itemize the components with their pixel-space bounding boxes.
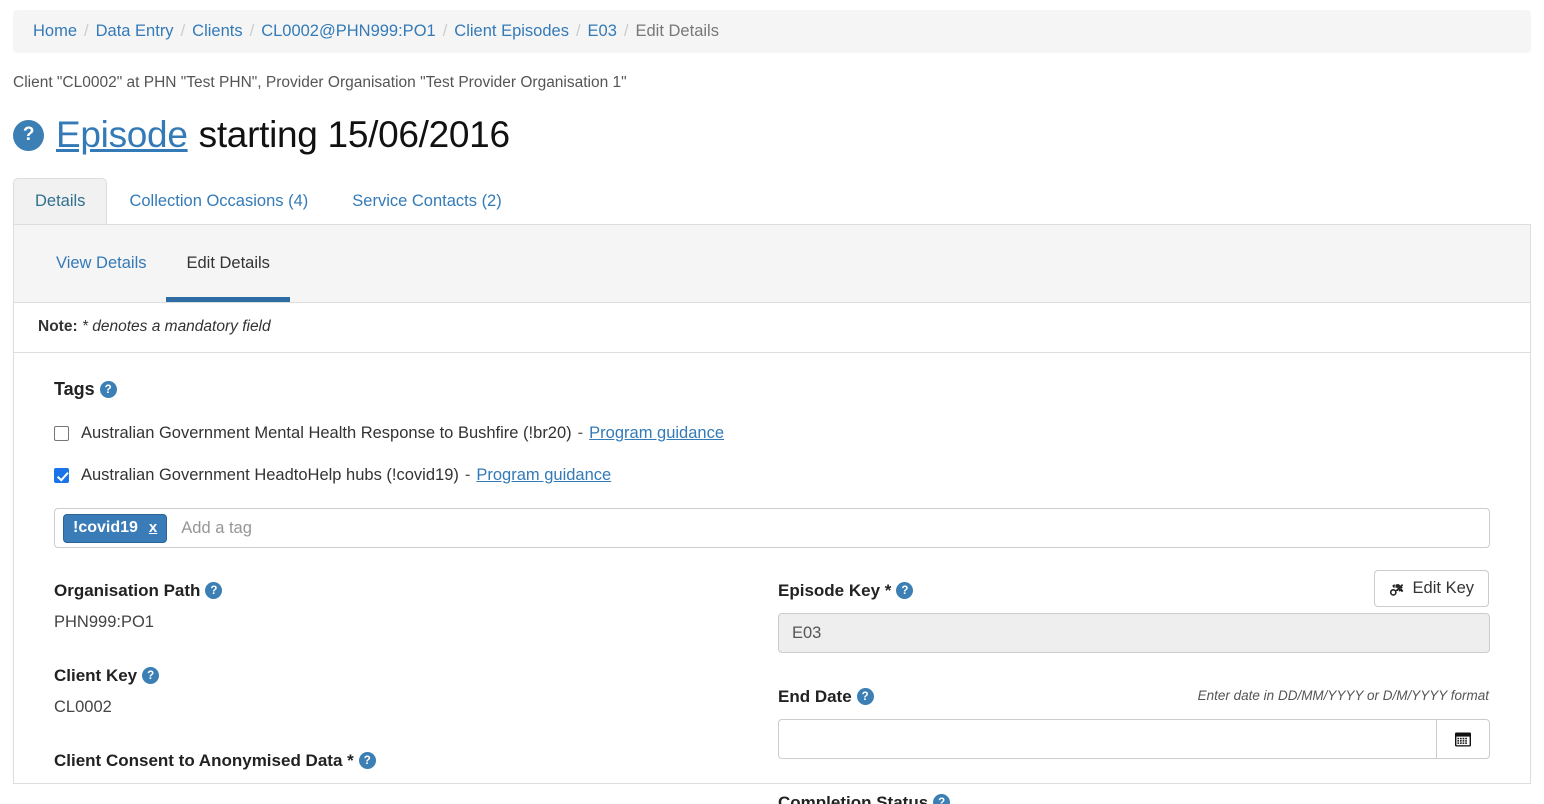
breadcrumb-separator: / [575,22,581,40]
breadcrumb-item-current: Edit Details [635,22,719,40]
breadcrumb-item-client-episodes[interactable]: Client Episodes [454,22,569,40]
tab-collection-occasions[interactable]: Collection Occasions (4) [107,178,330,224]
key-icon [1389,583,1403,596]
completion-status-label: Completion Status [778,792,929,804]
tag-checkbox-row-bushfire: Australian Government Mental Health Resp… [54,424,1490,443]
tag-chip-covid19: !covid19 x [63,513,168,543]
calendar-icon [1455,732,1472,747]
breadcrumb-item-home[interactable]: Home [33,22,77,40]
page-title-text: starting 15/06/2016 [198,114,510,155]
field-client-consent: Client Consent to Anonymised Data * ? [54,750,772,771]
subtab-edit-details[interactable]: Edit Details [166,225,291,302]
subtab-view-details[interactable]: View Details [36,225,166,302]
breadcrumb-item-data-entry[interactable]: Data Entry [96,22,174,40]
organisation-path-label: Organisation Path [54,580,201,600]
sub-tab-bar: View Details Edit Details [14,225,1530,303]
end-date-input[interactable] [778,719,1437,759]
note-text: * denotes a mandatory field [81,318,271,335]
main-tab-bar: Details Collection Occasions (4) Service… [13,178,1544,224]
breadcrumb-item-clients[interactable]: Clients [192,22,242,40]
program-guidance-link-headtohelp[interactable]: Program guidance [476,466,611,485]
client-consent-help-icon[interactable]: ? [358,752,376,769]
organisation-path-help-icon[interactable]: ? [205,582,223,599]
client-consent-label: Client Consent to Anonymised Data * [54,750,354,770]
breadcrumb: Home / Data Entry / Clients / CL0002@PHN999:PO… [13,10,1531,53]
fields-column-left: Organisation Path ? PHN999:PO1 Client Ke… [54,580,772,804]
end-date-help-icon[interactable]: ? [856,688,874,705]
end-date-input-group [778,719,1490,759]
field-label: Completion Status ? [778,792,1490,804]
program-guidance-link-bushfire[interactable]: Program guidance [589,424,724,443]
fields-grid: Organisation Path ? PHN999:PO1 Client Ke… [54,570,1490,804]
episode-key-input [778,613,1490,653]
breadcrumb-separator: / [623,22,629,40]
end-date-label: End Date [778,686,852,706]
note-label: Note: [38,318,78,335]
remove-tag-icon[interactable]: x [149,519,157,536]
end-date-calendar-button[interactable] [1436,719,1490,759]
field-end-date: Enter date in DD/MM/YYYY or D/M/YYYY for… [778,686,1490,759]
breadcrumb-item-episode-key[interactable]: E03 [588,22,617,40]
field-completion-status: Completion Status ? [778,792,1490,804]
field-label: Client Consent to Anonymised Data * ? [54,750,772,771]
field-client-key: Client Key ? CL0002 [54,665,772,717]
tags-help-icon[interactable]: ? [99,381,117,398]
client-key-value: CL0002 [54,698,112,716]
fields-column-right: Edit Key Episode Key * ? Enter date in D… [772,570,1490,804]
mandatory-field-note: Note: * denotes a mandatory field [14,303,1530,353]
edit-key-button[interactable]: Edit Key [1373,570,1489,607]
field-label: Organisation Path ? [54,580,772,601]
client-key-label: Client Key [54,665,138,685]
episode-key-help-icon[interactable]: ? [896,582,914,599]
page-title: ? Episode starting 15/06/2016 [13,114,1544,156]
label-dash: - [577,424,584,442]
label-dash: - [464,466,471,484]
breadcrumb-separator: / [180,22,186,40]
tab-service-contacts[interactable]: Service Contacts (2) [330,178,523,224]
episode-key-label: Episode Key * [778,580,892,600]
tags-section-heading: Tags ? [54,379,1490,400]
field-label: Client Key ? [54,665,772,686]
end-date-format-hint: Enter date in DD/MM/YYYY or D/M/YYYY for… [1197,688,1489,703]
tag-input-container[interactable]: !covid19 x Add a tag [54,508,1490,548]
client-context-subtitle: Client "CL0002" at PHN "Test PHN", Provi… [13,74,627,91]
tags-heading-label: Tags [54,379,95,399]
edit-details-form: Tags ? Australian Government Mental Heal… [14,353,1530,804]
tag-chip-label: !covid19 [73,518,138,536]
question-mark-icon[interactable]: ? [13,119,44,151]
field-episode-key: Edit Key Episode Key * ? [778,570,1490,653]
tag-input-placeholder[interactable]: Add a tag [181,519,252,538]
checkbox-headtohelp[interactable] [54,468,69,483]
checkbox-bushfire[interactable] [54,426,69,441]
tag-checkbox-row-headtohelp: Australian Government HeadtoHelp hubs (!… [54,466,1490,485]
organisation-path-value: PHN999:PO1 [54,613,154,631]
completion-status-help-icon[interactable]: ? [933,794,951,804]
tab-details[interactable]: Details [13,178,108,224]
client-key-help-icon[interactable]: ? [142,667,160,684]
details-panel: View Details Edit Details Note: * denote… [13,224,1531,804]
checkbox-headtohelp-label: Australian Government HeadtoHelp hubs (!… [81,466,459,484]
checkbox-bushfire-label: Australian Government Mental Health Resp… [81,424,572,442]
field-organisation-path: Organisation Path ? PHN999:PO1 [54,580,772,632]
breadcrumb-separator: / [84,22,89,40]
edit-key-button-label: Edit Key [1412,579,1474,597]
breadcrumb-item-client-key[interactable]: CL0002@PHN999:PO1 [261,22,436,40]
episode-help-link[interactable]: Episode [56,114,188,156]
breadcrumb-separator: / [249,22,255,40]
breadcrumb-separator: / [442,22,448,40]
